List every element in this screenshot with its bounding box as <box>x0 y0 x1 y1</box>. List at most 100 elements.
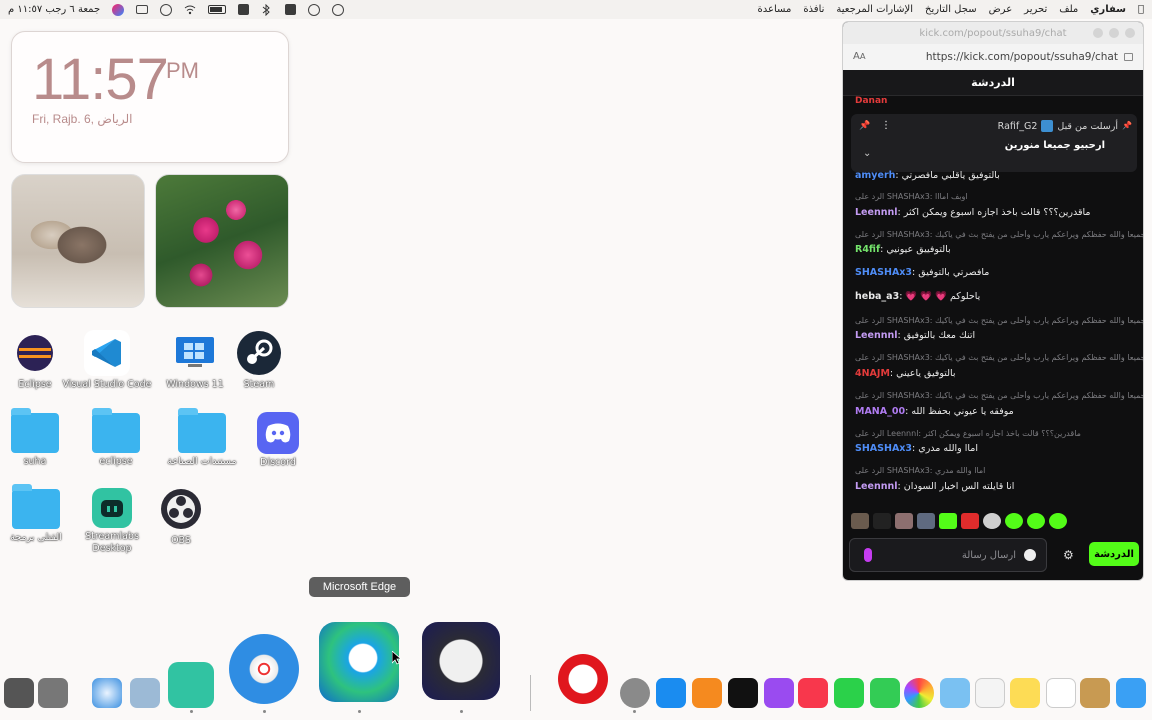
control-center-icon[interactable] <box>136 5 149 14</box>
emote-icon[interactable] <box>917 513 935 529</box>
menubar-clock[interactable]: جمعة ٦ رجب ١١:٥٧ م <box>8 4 100 15</box>
clock-widget[interactable]: 11:57 PM Fri, Rajb. 6, الرياض <box>11 31 289 163</box>
menu-view[interactable]: عرض <box>989 4 1013 15</box>
desktop-icon-discord[interactable]: Discord <box>233 412 323 469</box>
timemachine-icon[interactable] <box>308 3 321 16</box>
dock-app-system-settings-icon[interactable] <box>620 678 650 708</box>
dock-app-obs-icon[interactable] <box>422 622 500 700</box>
emote-icon[interactable] <box>873 513 891 529</box>
emote-icon[interactable] <box>1049 513 1067 529</box>
menu-window[interactable]: نافذة <box>803 4 824 15</box>
pinned-message[interactable]: 📌 ⋮ Rafif_G2 أرسلت من قبل 📌 ارحبيو جميعا… <box>851 114 1137 172</box>
chat-username[interactable]: SHASHAx3 <box>855 443 912 454</box>
dock-app-calendar-icon[interactable] <box>1046 678 1076 708</box>
wifi-icon[interactable] <box>184 4 196 16</box>
emote-icon[interactable] <box>961 513 979 529</box>
kick-chat-window[interactable]: kick.com/popout/ssuha9/chat AA https://k… <box>842 21 1144 581</box>
menu-help[interactable]: مساعدة <box>758 4 792 15</box>
chat-username[interactable]: Leennnl <box>855 481 898 492</box>
chat-reply-context[interactable]: الرد على SHASHAx3: انا استاذتكم جميعا وا… <box>843 316 1143 327</box>
chat-message[interactable]: amyerh: بالتوفيق ياقلبي مافصرتي <box>843 170 1143 184</box>
dock-app-streamlabs-icon[interactable] <box>168 662 214 708</box>
menu-app-name[interactable]: سفاري <box>1090 4 1126 15</box>
chat-username[interactable]: heba_a3 <box>855 291 899 302</box>
dock-app-photos-icon[interactable] <box>904 678 934 708</box>
menu-edit[interactable]: تحرير <box>1024 4 1047 15</box>
dock-app-podcasts-icon[interactable] <box>764 678 794 708</box>
dock-app-appstore-icon[interactable] <box>656 678 686 708</box>
chat-url-bar[interactable]: AA https://kick.com/popout/ssuha9/chat <box>843 44 1143 70</box>
settings-gear-icon[interactable]: ⚙ <box>1063 548 1077 562</box>
dock-app-books-icon[interactable] <box>692 678 722 708</box>
photo-widget-cat[interactable] <box>11 174 145 308</box>
emote-icon[interactable] <box>983 513 1001 529</box>
chat-message[interactable]: MANA_00: موفقه يا عيوني بحفظ الله <box>843 406 1143 420</box>
microphone-icon[interactable] <box>864 548 872 562</box>
chat-username[interactable]: SHASHAx3 <box>855 267 912 278</box>
emote-icon[interactable] <box>895 513 913 529</box>
window-minimize-button[interactable] <box>1109 28 1119 38</box>
chat-username[interactable]: amyerh <box>855 170 895 181</box>
dock-app-safari-large-icon[interactable] <box>229 634 299 704</box>
dock-app-notes-icon[interactable] <box>1010 678 1040 708</box>
chat-message[interactable]: Leennnl: اتنك معك بالتوفيق <box>843 330 1143 344</box>
dock-app-edge-icon[interactable] <box>319 622 399 702</box>
emote-icon[interactable] <box>1027 513 1045 529</box>
dock-app-reminders-icon[interactable] <box>975 678 1005 708</box>
chat-reply-context[interactable]: الرد على SHASHAx3: انا استاذتكم جميعا وا… <box>843 353 1143 364</box>
chat-message[interactable]: Leennnl: ماقدرين؟؟؟ قالت باخذ اجازه اسبو… <box>843 207 1143 221</box>
chat-message[interactable]: SHASHAx3: مافصرتي بالتوفيق <box>843 267 1143 281</box>
desktop-icon-obs[interactable]: OBS <box>136 486 226 547</box>
chat-reply-context[interactable]: الرد على SHASHAx3: اماا والله مدري <box>843 466 1143 477</box>
siri-icon[interactable] <box>112 3 125 16</box>
pinned-sender-name[interactable]: Rafif_G2 <box>998 121 1038 132</box>
window-zoom-button[interactable] <box>1093 28 1103 38</box>
chat-username[interactable]: 4NAJM <box>855 368 890 379</box>
steam-menubar-icon[interactable] <box>332 3 345 16</box>
chat-reply-context[interactable]: الرد على SHASHAx3: انا استاذتكم جميعا وا… <box>843 391 1143 402</box>
menu-history[interactable]: سجل التاريخ <box>925 4 977 15</box>
chevron-down-icon[interactable]: ⌄ <box>863 148 871 159</box>
chat-reply-context[interactable]: الرد على SHASHAx3: انا استاذتكم جميعا وا… <box>843 230 1143 241</box>
dock-app-mail-icon[interactable] <box>1116 678 1146 708</box>
chat-username[interactable]: Leennnl <box>855 330 898 341</box>
dock-app-preview-icon[interactable] <box>130 678 160 708</box>
chat-message[interactable]: 4NAJM: بالتوفيق ياعيني <box>843 368 1143 382</box>
search-icon[interactable] <box>160 3 173 16</box>
chat-username[interactable]: MANA_00 <box>855 406 905 417</box>
chat-message-input[interactable]: ارسال رسالة <box>849 538 1047 572</box>
photo-widget-flowers[interactable] <box>155 174 289 308</box>
pinned-menu-icon[interactable]: ⋮ <box>881 120 891 131</box>
desktop-icon-steam[interactable]: Steam <box>214 330 304 391</box>
pin-icon[interactable]: 📌 <box>859 121 870 131</box>
chat-url[interactable]: https://kick.com/popout/ssuha9/chat <box>926 51 1118 63</box>
chat-message[interactable]: SHASHAx3: اماا والله مدري <box>843 443 1143 457</box>
chat-reply-context[interactable]: الرد على SHASHAx3: اوبف امااا <box>843 192 1143 203</box>
dock-app-safari-icon[interactable] <box>92 678 122 708</box>
battery-icon[interactable] <box>208 5 227 14</box>
dock-app-facetime-icon[interactable] <box>834 678 864 708</box>
emoji-picker-icon[interactable] <box>1024 549 1036 561</box>
chat-message[interactable]: Leennnl: انا قايلته الس اخبار السودان <box>843 481 1143 495</box>
desktop-icon-vscode[interactable]: Visual Studio Code <box>62 330 152 391</box>
dock-app-maps-icon[interactable] <box>940 678 970 708</box>
chat-window-titlebar[interactable]: kick.com/popout/ssuha9/chat <box>843 22 1143 44</box>
chat-reply-context[interactable]: الرد على Leennnl: ماقدرين؟؟؟ قالت باخذ ا… <box>843 429 1143 440</box>
apple-logo-icon[interactable]:  <box>1138 4 1144 15</box>
emote-icon[interactable] <box>1005 513 1023 529</box>
window-close-button[interactable] <box>1125 28 1135 38</box>
chat-send-button[interactable]: الدردشة <box>1089 542 1139 566</box>
bluetooth-icon[interactable] <box>261 3 273 16</box>
menu-file[interactable]: ملف <box>1059 4 1078 15</box>
dock-app-terminal-icon[interactable] <box>4 678 34 708</box>
chat-username[interactable]: R4fif <box>855 244 880 255</box>
keyboard-input-icon[interactable] <box>238 4 250 15</box>
emote-icon[interactable] <box>851 513 869 529</box>
dock-app-windows-icon[interactable] <box>38 678 68 708</box>
chat-username[interactable]: Danan <box>855 96 887 106</box>
menu-bookmarks[interactable]: الإشارات المرجعية <box>836 4 913 15</box>
dock-app-tv-icon[interactable] <box>728 678 758 708</box>
desktop-icon-folder-eclipse[interactable]: eclipse <box>71 408 161 468</box>
reader-text-size-icon[interactable]: AA <box>853 51 866 62</box>
dock-app-music-icon[interactable] <box>798 678 828 708</box>
